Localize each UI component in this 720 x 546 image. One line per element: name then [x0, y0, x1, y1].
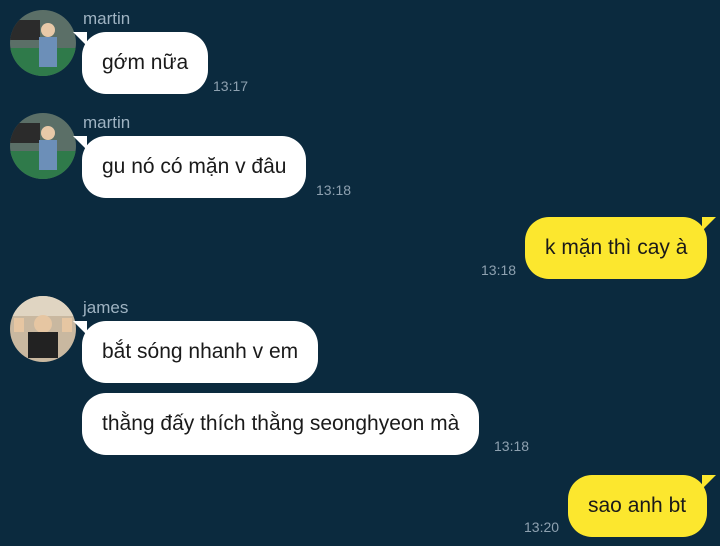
message-bubble[interactable]: gu nó có mặn v đâu [73, 136, 307, 198]
avatar-martin[interactable] [10, 10, 76, 76]
message-text: thằng đấy thích thằng seonghyeon mà [102, 412, 460, 435]
sender-name: martin [83, 9, 131, 28]
sender-name: james [83, 298, 129, 317]
sender-name: martin [83, 113, 131, 132]
message-bubble[interactable]: k mặn thì cay à [525, 217, 716, 279]
message-bubble[interactable]: gớm nữa [73, 32, 209, 94]
message-time: 13:17 [213, 78, 249, 94]
message-text: bắt sóng nhanh v em [102, 340, 299, 363]
avatar-martin[interactable] [10, 113, 76, 179]
message-text: gu nó có mặn v đâu [102, 155, 287, 178]
message-text: sao anh bt [588, 494, 687, 517]
message-text: gớm nữa [102, 51, 189, 74]
message-bubble[interactable]: thằng đấy thích thằng seonghyeon mà [82, 393, 480, 455]
avatar-james[interactable] [10, 296, 76, 362]
message-bubble[interactable]: bắt sóng nhanh v em [73, 321, 319, 383]
message-time: 13:20 [524, 519, 560, 535]
message-time: 13:18 [494, 438, 530, 454]
message-time: 13:18 [481, 262, 517, 278]
message-text: k mặn thì cay à [545, 236, 688, 259]
message-bubble[interactable]: sao anh bt [568, 475, 716, 537]
message-time: 13:18 [316, 182, 352, 198]
